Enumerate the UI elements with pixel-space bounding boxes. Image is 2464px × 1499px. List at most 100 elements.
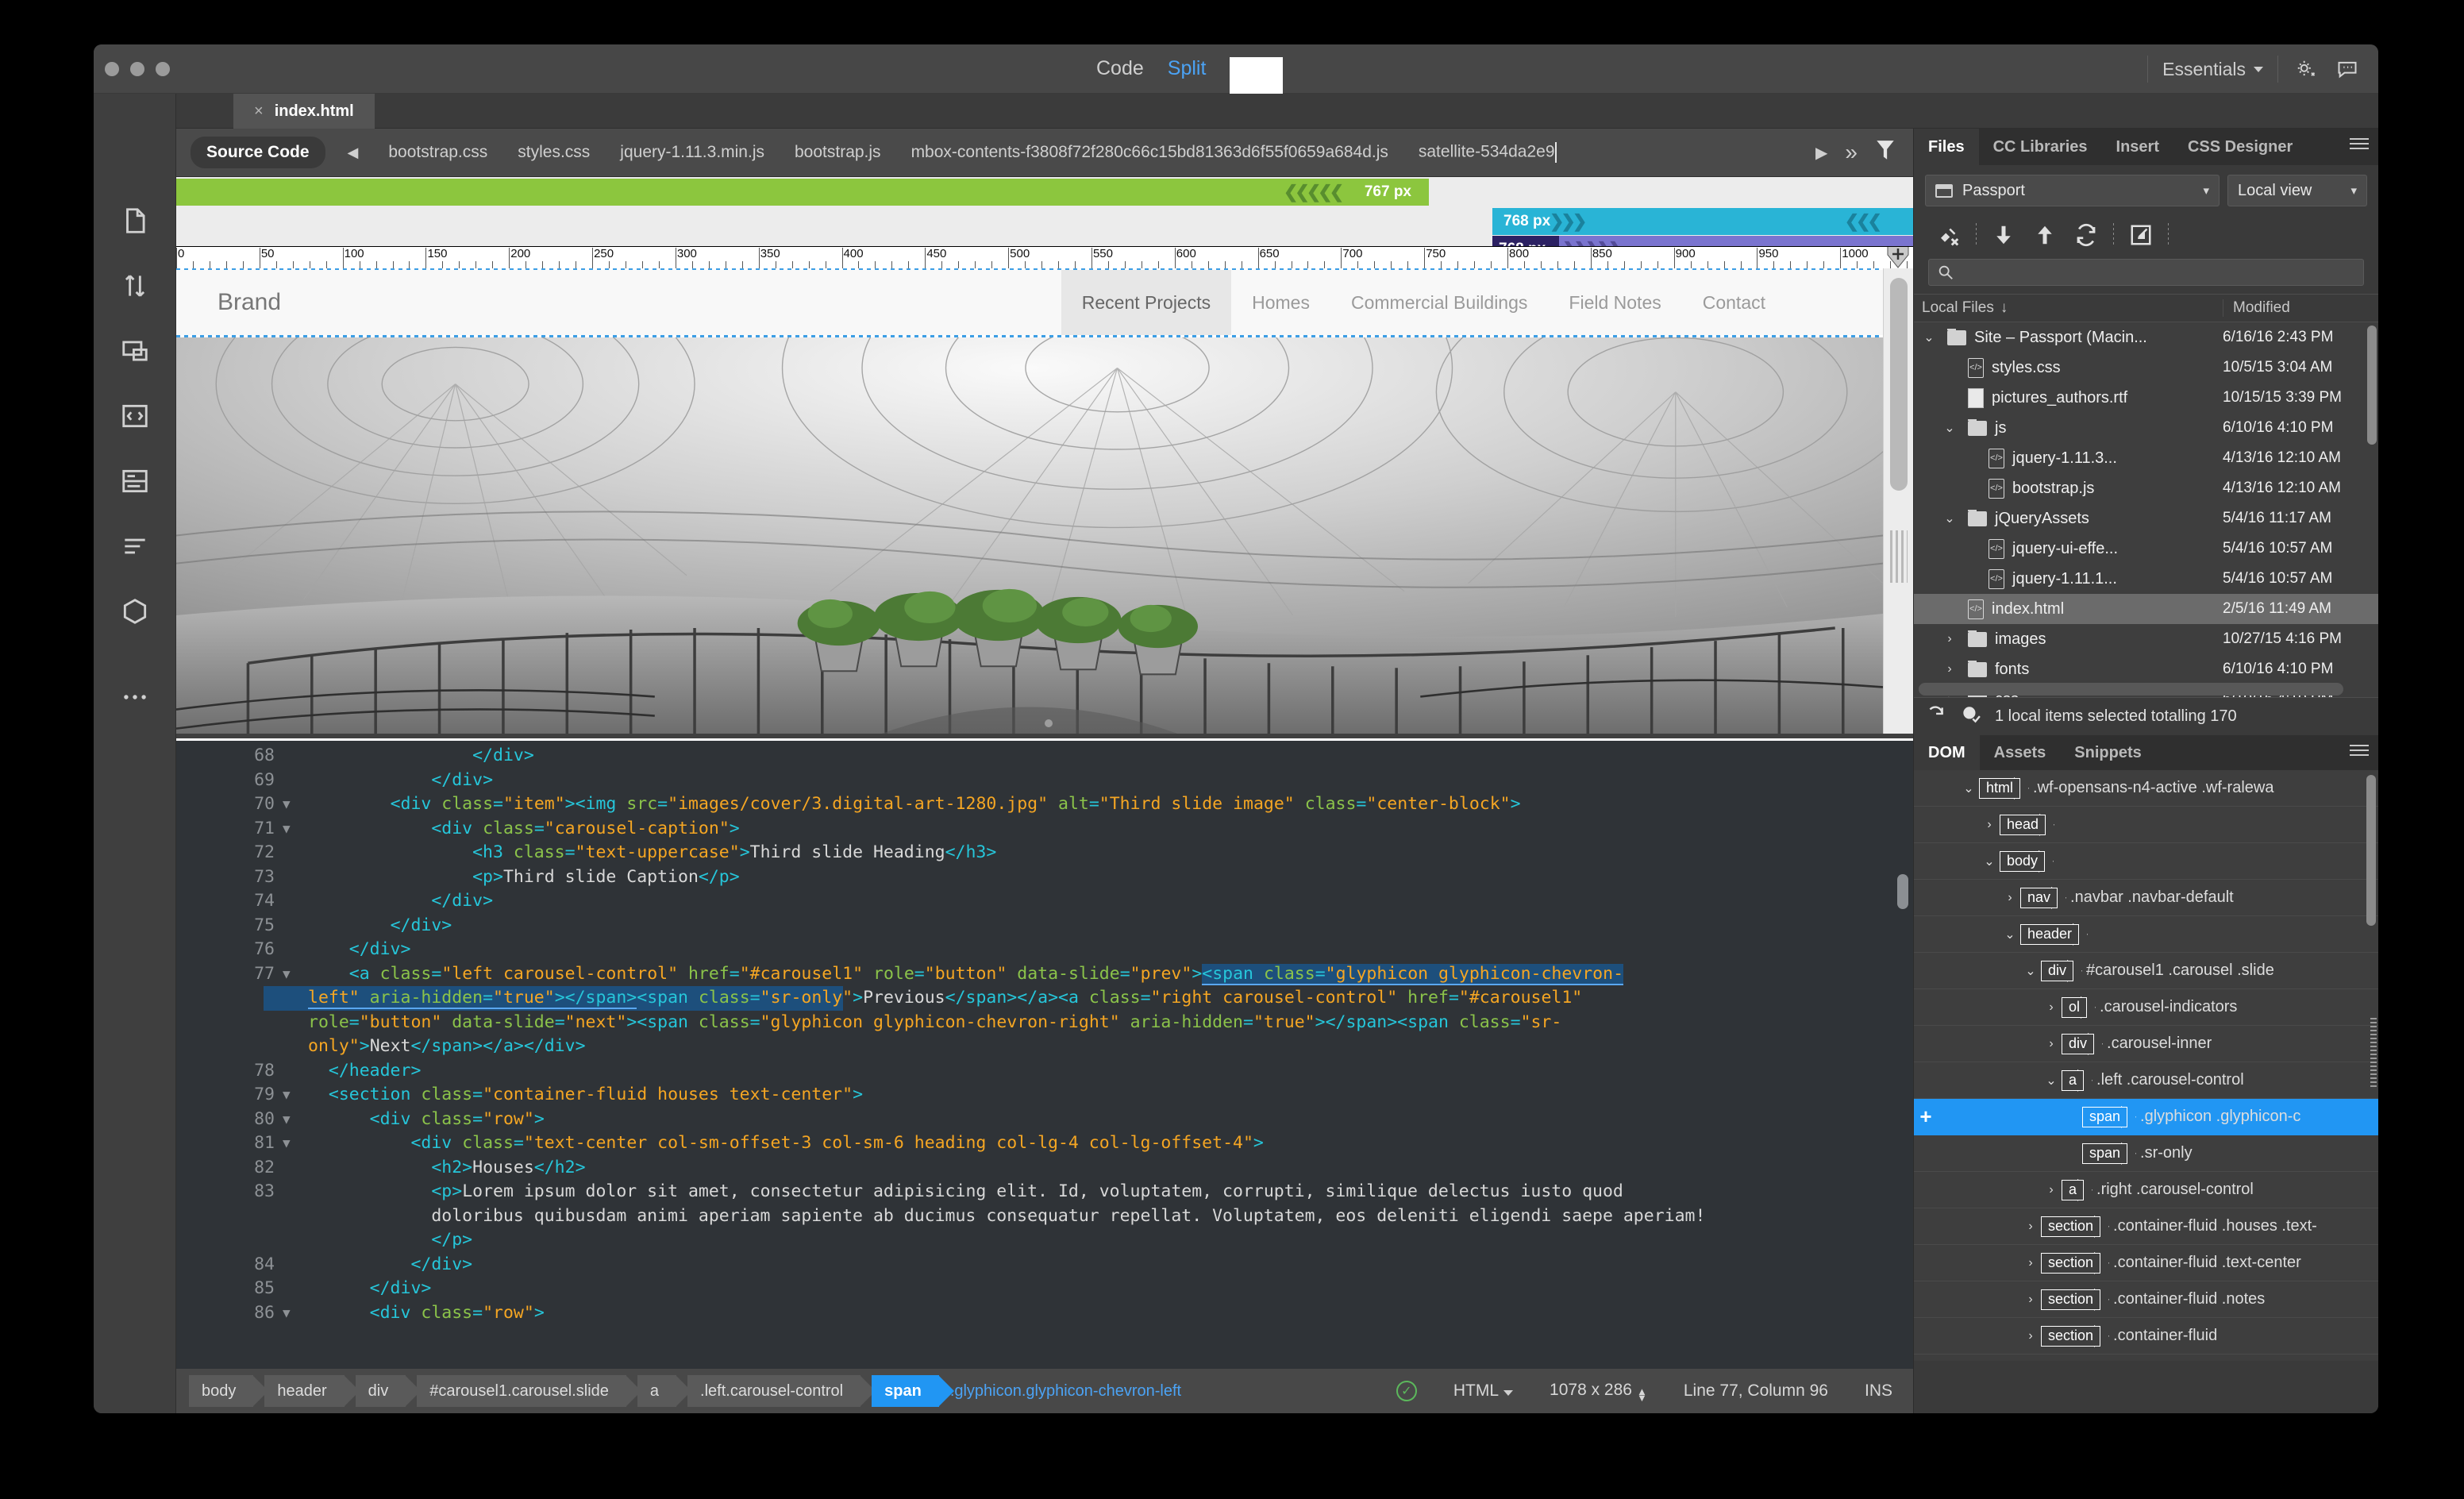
code-line[interactable]: 73 <p>Third slide Caption</p> (176, 865, 1892, 890)
code-line[interactable]: only">Next</span></a></div> (176, 1035, 1892, 1059)
breadcrumb-item[interactable]: body (189, 1375, 269, 1407)
file-row[interactable]: </> styles.css 10/5/15 3:04 AM (1914, 353, 2378, 383)
gear-icon[interactable] (2293, 56, 2320, 83)
code-line[interactable]: 86 ▼ <div class="row"> (176, 1301, 1892, 1326)
related-file-jquery-min-js[interactable]: jquery-1.11.3.min.js (620, 143, 764, 162)
code-line[interactable]: 84 </div> (176, 1253, 1892, 1277)
code-line[interactable]: 80 ▼ <div class="row"> (176, 1108, 1892, 1132)
code-scroll-thumb[interactable] (1897, 874, 1908, 909)
code-line-wrapped[interactable]: left" aria-hidden="true"></span><span cl… (176, 986, 1892, 1011)
dom-row[interactable]: › head (1914, 807, 2378, 843)
disclosure-triangle-icon[interactable]: ⌄ (2000, 927, 2020, 942)
disclosure-triangle-icon[interactable]: ⌄ (1939, 420, 1960, 436)
preview-brand[interactable]: Brand (218, 289, 281, 316)
expand-icon[interactable] (2120, 219, 2162, 251)
disclosure-triangle-icon[interactable]: › (2041, 1183, 2062, 1197)
code-editor[interactable]: 68 </div> 69 </div> 70 ▼ <div class="item">… (176, 738, 1913, 1369)
disclosure-triangle-icon[interactable]: › (2020, 1293, 2041, 1307)
disclosure-triangle-icon[interactable]: ⌄ (1979, 854, 2000, 869)
dom-row[interactable]: › ol .carousel-indicators (1914, 989, 2378, 1026)
more-tools-icon[interactable] (119, 681, 151, 713)
refresh-icon[interactable] (1925, 704, 1946, 730)
dom-panel-tabs[interactable]: DOM Assets Snippets (1914, 735, 2378, 770)
add-element-icon[interactable]: + (1914, 1104, 1938, 1129)
breadcrumb-item[interactable]: header (264, 1375, 360, 1407)
disclosure-triangle-icon[interactable]: › (1939, 632, 1960, 646)
dom-row[interactable]: + span .glyphicon .glyphicon-c (1914, 1099, 2378, 1135)
hamburger-icon[interactable] (2350, 138, 2369, 152)
code-view-icon[interactable] (119, 400, 151, 432)
refresh-icon[interactable] (2066, 219, 2107, 251)
globe-check-icon[interactable] (1960, 704, 1981, 730)
code-line[interactable]: 70 ▼ <div class="item"><img src="images/c… (176, 792, 1892, 817)
files-panel-tabs[interactable]: Files CC Libraries Insert CSS Designer (1914, 129, 2378, 165)
media-query-bar-767[interactable]: ❮❮❮❮❮ 767 px (176, 179, 1429, 206)
code-line[interactable]: role="button" data-slide="next"><span cl… (176, 1011, 1892, 1035)
disclosure-triangle-icon[interactable]: ⌄ (2020, 963, 2041, 979)
file-row[interactable]: ⌄ js 6/10/16 4:10 PM (1914, 413, 2378, 443)
carousel-hero-image[interactable] (176, 337, 1883, 734)
close-window-button[interactable] (105, 62, 119, 76)
code-lines[interactable]: 68 </div> 69 </div> 70 ▼ <div class="item">… (176, 744, 1892, 1369)
related-file-satellite-js[interactable]: satellite-534da2e9 (1419, 142, 1557, 163)
files-tree[interactable]: ⌄ Site – Passport (Macin... 6/16/16 2:43 P… (1914, 322, 2378, 697)
doctype-selector[interactable]: HTML (1453, 1381, 1514, 1401)
code-line[interactable]: </p> (176, 1228, 1892, 1253)
tab-dom[interactable]: DOM (1914, 735, 1980, 770)
breadcrumb-item[interactable]: a (637, 1375, 692, 1407)
file-row[interactable]: › images 10/27/15 4:16 PM (1914, 624, 2378, 654)
dom-tree[interactable]: ⌄ html .wf-opensans-n4-active .wf-ralewa › h… (1914, 770, 2378, 1361)
nav-link-contact[interactable]: Contact (1682, 270, 1786, 335)
code-line[interactable]: 77 ▼ <a class="left carousel-control" hre… (176, 962, 1892, 987)
file-row[interactable]: › fonts 6/10/16 4:10 PM (1914, 654, 2378, 684)
dom-row[interactable]: › section .container-fluid .notes (1914, 1281, 2378, 1318)
fold-toggle-icon[interactable]: ▼ (283, 962, 291, 987)
disclosure-triangle-icon[interactable]: ⌄ (1958, 780, 1979, 796)
split-view-icon[interactable] (119, 465, 151, 497)
site-dropdown[interactable]: Passport ▾ (1925, 175, 2220, 206)
code-line[interactable]: 71 ▼ <div class="carousel-caption"> (176, 817, 1892, 842)
disclosure-triangle-icon[interactable]: ⌄ (2041, 1073, 2062, 1089)
code-line[interactable]: 75 </div> (176, 914, 1892, 938)
disclosure-triangle-icon[interactable]: › (2000, 891, 2020, 905)
document-tab-index-html[interactable]: × index.html (233, 94, 375, 129)
realtime-preview-icon[interactable] (119, 335, 151, 367)
code-line[interactable]: 68 </div> (176, 744, 1892, 769)
preview-resize-dot[interactable] (1045, 719, 1053, 727)
scroll-right-icon[interactable]: ▶ (1815, 143, 1827, 163)
comment-icon[interactable] (2334, 56, 2361, 83)
dom-row[interactable]: › a .right .carousel-control (1914, 1172, 2378, 1208)
disclosure-triangle-icon[interactable]: › (1939, 662, 1960, 676)
maximize-window-button[interactable] (156, 62, 170, 76)
extract-icon[interactable] (119, 595, 151, 627)
code-line[interactable]: 79 ▼ <section class="container-fluid hous… (176, 1083, 1892, 1108)
fold-toggle-icon[interactable]: ▼ (283, 1083, 291, 1108)
window-size-selector[interactable]: 1078 x 286 ▲ ▼ (1550, 1381, 1647, 1403)
disclosure-triangle-icon[interactable]: › (2020, 1329, 2041, 1343)
preview-scroll-thumb[interactable] (1890, 278, 1908, 491)
related-file-styles-css[interactable]: styles.css (518, 143, 590, 162)
dom-row[interactable]: › section .container-fluid (1914, 1318, 2378, 1354)
hamburger-icon[interactable] (2350, 745, 2369, 759)
dom-row[interactable]: span .sr-only (1914, 1135, 2378, 1172)
fold-toggle-icon[interactable]: ▼ (283, 792, 291, 817)
disclosure-triangle-icon[interactable]: › (2041, 1000, 2062, 1015)
more-files-icon[interactable]: » (1845, 140, 1858, 165)
code-line[interactable]: 83 <p>Lorem ipsum dolor sit amet, consec… (176, 1180, 1892, 1204)
code-line[interactable]: 81 ▼ <div class="text-center col-sm-offse… (176, 1131, 1892, 1156)
tab-assets[interactable]: Assets (1980, 735, 2061, 770)
disclosure-triangle-icon[interactable]: › (2041, 1037, 2062, 1051)
disclosure-triangle-icon[interactable]: ⌄ (1939, 511, 1960, 526)
minimize-window-button[interactable] (130, 62, 144, 76)
close-icon[interactable]: × (254, 102, 264, 121)
dom-row[interactable]: ⌄ a .left .carousel-control (1914, 1062, 2378, 1099)
breadcrumb[interactable]: body header div #carousel1.carousel.slide a.… (189, 1375, 954, 1407)
breadcrumb-item[interactable]: span (872, 1375, 954, 1407)
media-query-bar-768-991[interactable]: 768 px ❯❯❯ ❮❮❮ 991 px (1492, 208, 1973, 235)
nav-link-commercial-buildings[interactable]: Commercial Buildings (1330, 270, 1548, 335)
preview-scrollbar[interactable] (1883, 268, 1913, 734)
fold-toggle-icon[interactable]: ▼ (283, 817, 291, 842)
related-file-bootstrap-js[interactable]: bootstrap.js (795, 143, 881, 162)
code-line[interactable]: 76 </div> (176, 938, 1892, 962)
dom-row[interactable]: › section .container-fluid .text-center (1914, 1245, 2378, 1281)
